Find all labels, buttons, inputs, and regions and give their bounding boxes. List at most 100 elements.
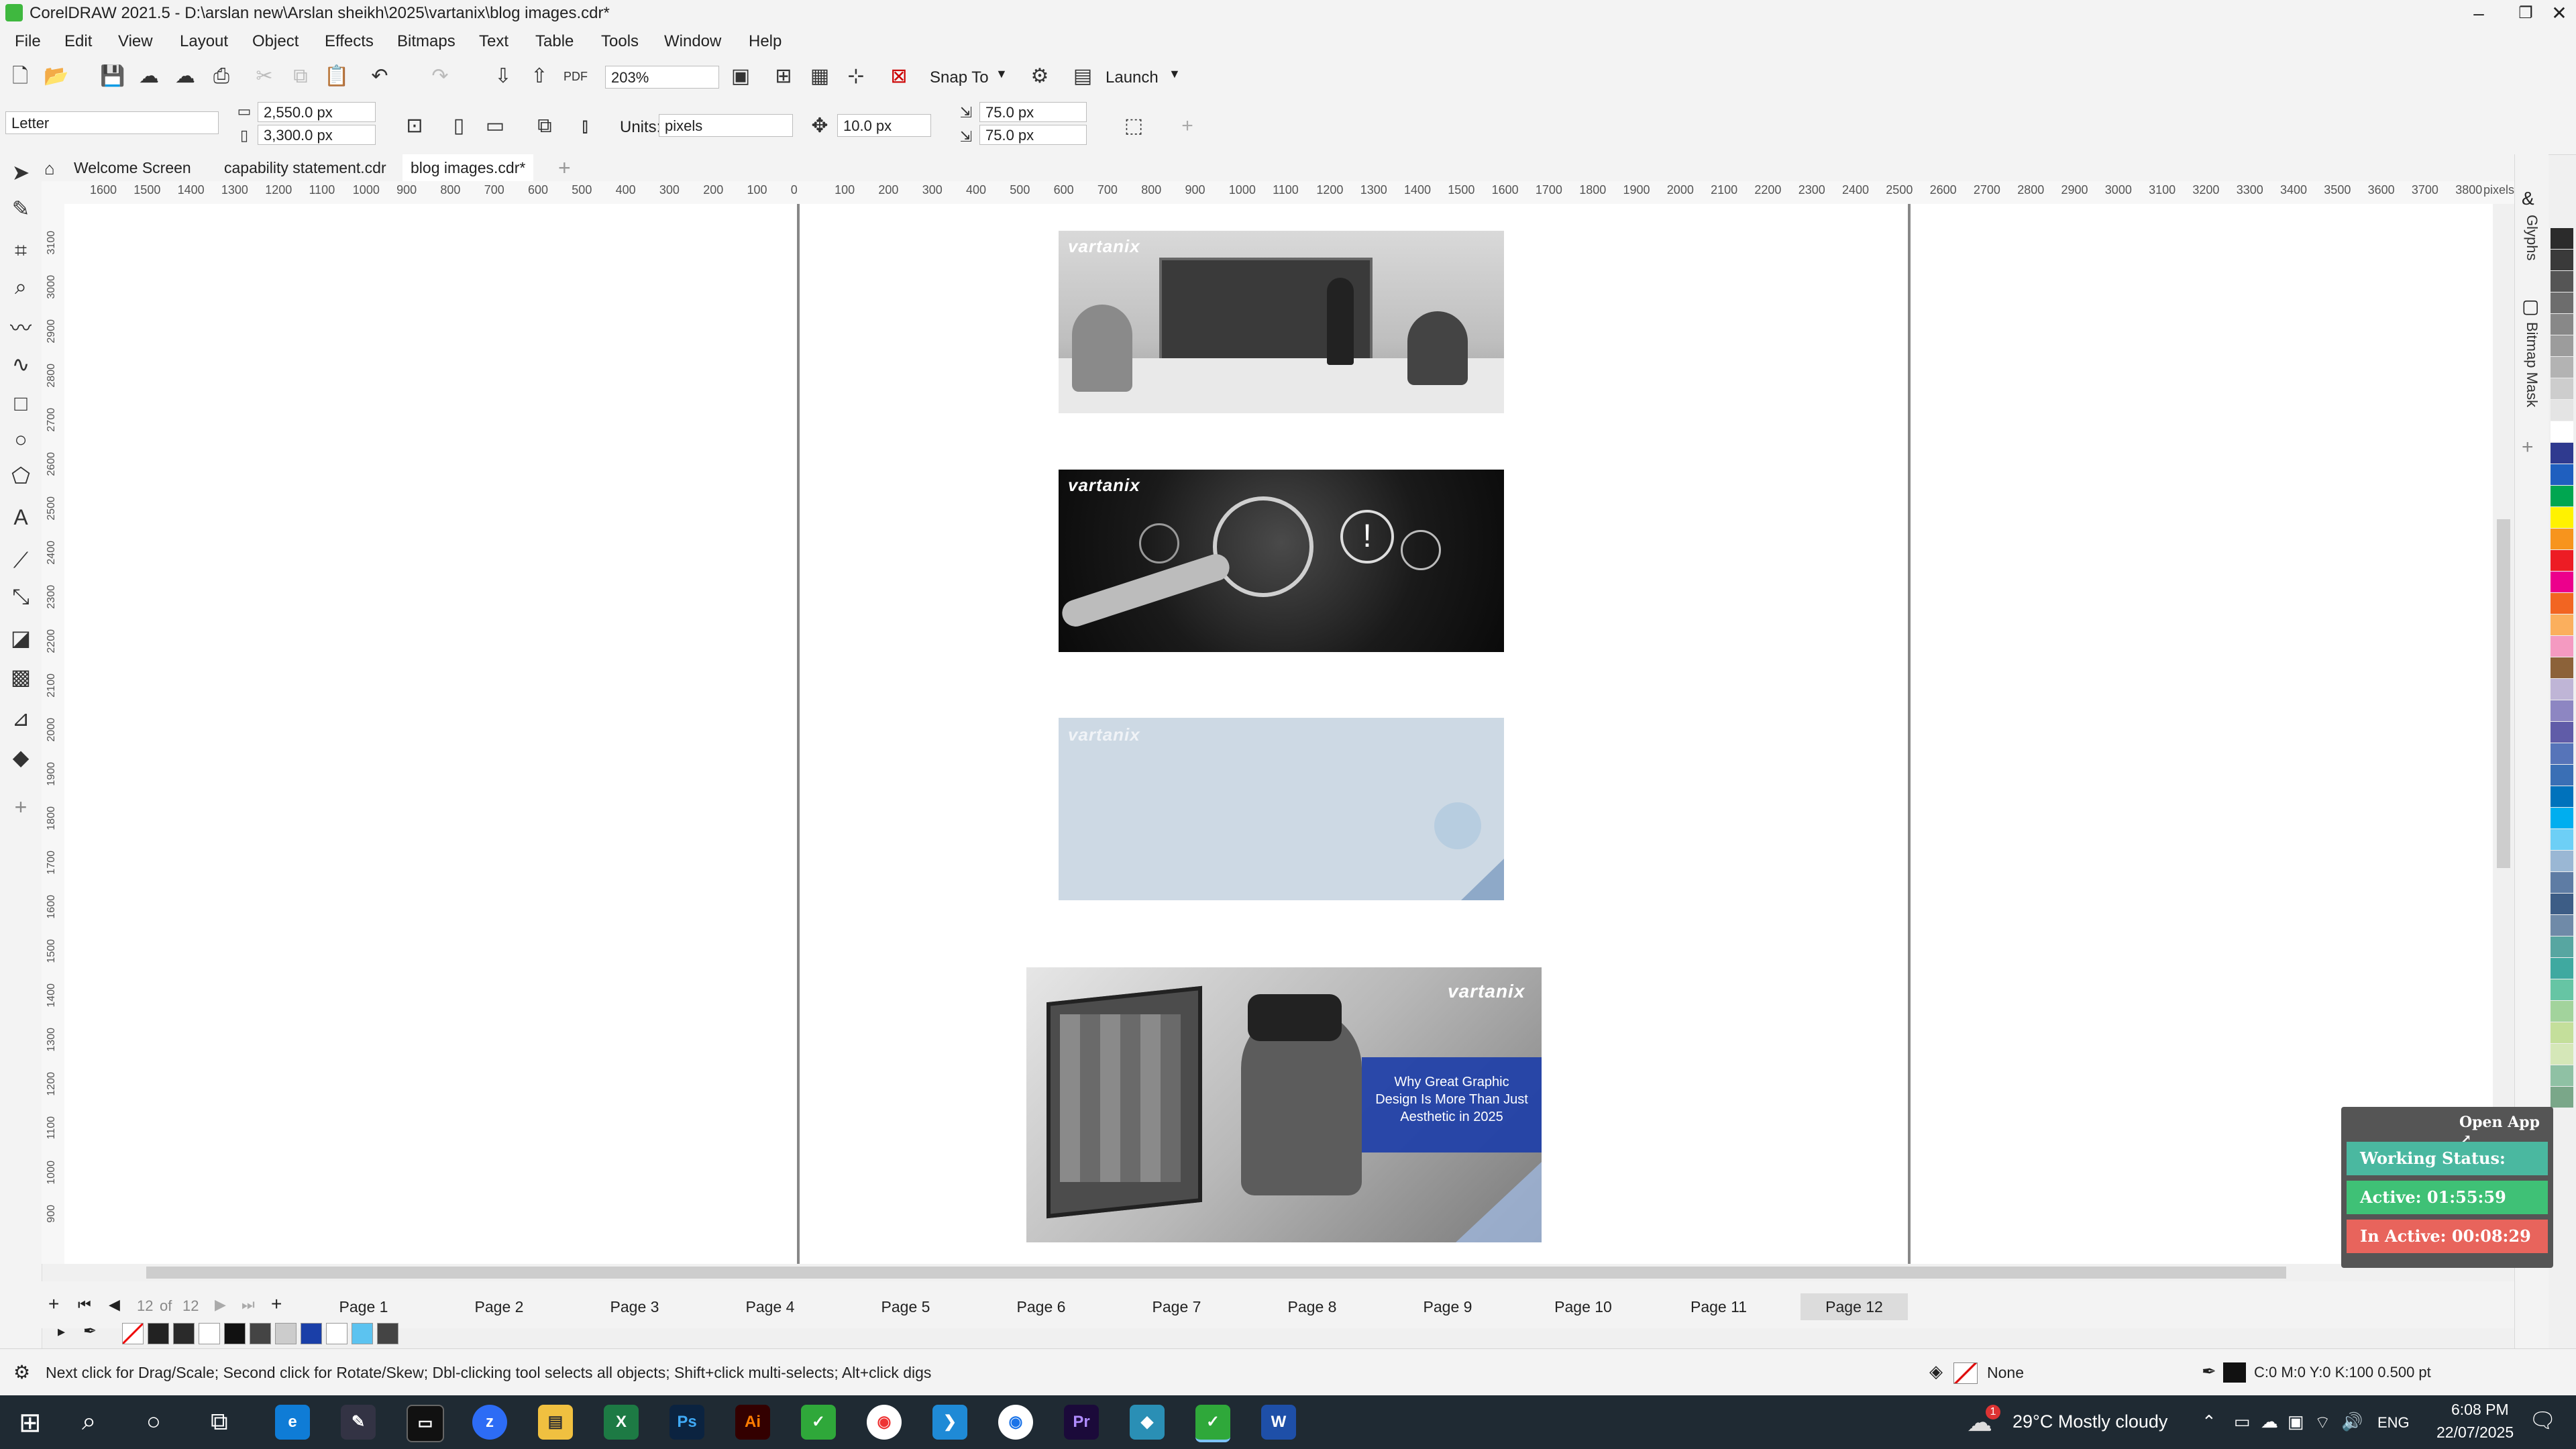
premiere-icon[interactable]: Pr (1064, 1405, 1099, 1440)
blog-image-tech-icons[interactable]: ! vartanix (1059, 470, 1504, 652)
pick-tool-icon[interactable]: ➤ (7, 158, 35, 186)
page-height-field[interactable]: 3,300.0 px (258, 125, 376, 145)
palette-swatch[interactable] (2551, 872, 2573, 894)
illustrator-icon[interactable]: Ai (735, 1405, 770, 1440)
docker-tab-bitmap-mask[interactable]: Bitmap Mask (2523, 322, 2540, 407)
palette-swatch[interactable] (2551, 572, 2573, 593)
page-tab-11[interactable]: Page 11 (1665, 1293, 1772, 1320)
palette-swatch[interactable] (2551, 1044, 2573, 1065)
page-width-field[interactable]: 2,550.0 px (258, 102, 376, 122)
palette-swatch[interactable] (2551, 335, 2573, 357)
menu-edit[interactable]: Edit (64, 32, 92, 51)
palette-swatch[interactable] (2551, 743, 2573, 765)
interactive-fill-icon[interactable]: ◆ (7, 743, 35, 771)
page-size-select[interactable]: Letter (5, 111, 219, 134)
palette-swatch[interactable] (2551, 722, 2573, 743)
menu-file[interactable]: File (15, 32, 41, 51)
swatch[interactable] (275, 1323, 297, 1344)
swatch[interactable] (173, 1323, 195, 1344)
copy-icon[interactable]: ⧉ (287, 63, 314, 90)
language-indicator[interactable]: ENG (2377, 1414, 2410, 1432)
swatch[interactable] (352, 1323, 373, 1344)
menu-text[interactable]: Text (479, 32, 508, 51)
save-icon[interactable]: 💾 (99, 63, 126, 90)
palette-swatch[interactable] (2551, 700, 2573, 722)
zoom-tool-icon[interactable]: ⌕ (7, 272, 35, 301)
palette-swatch[interactable] (2551, 915, 2573, 936)
print-icon[interactable]: ⎙ (208, 63, 235, 90)
zoom-level-field[interactable]: 203% (605, 66, 719, 89)
swatch-none[interactable] (122, 1323, 144, 1344)
palette-swatch[interactable] (2551, 936, 2573, 958)
palette-swatch[interactable] (2551, 292, 2573, 314)
page-tab-7[interactable]: Page 7 (1123, 1293, 1230, 1320)
blog-image-placeholder[interactable]: vartanix (1059, 718, 1504, 900)
screen-icon[interactable]: ▭ (2234, 1411, 2251, 1432)
page-tab-8[interactable]: Page 8 (1258, 1293, 1366, 1320)
cloud-sync-icon[interactable]: ☁ (2261, 1411, 2278, 1432)
windows-start-icon[interactable]: ⊞ (19, 1407, 42, 1438)
horizontal-scrollbar[interactable] (64, 1264, 2497, 1281)
zoom-icon[interactable]: z (472, 1405, 507, 1440)
menu-table[interactable]: Table (535, 32, 574, 51)
palette-swatch[interactable] (2551, 894, 2573, 915)
vscode-icon[interactable]: ❯ (932, 1405, 967, 1440)
pen-app-icon[interactable]: ✎ (341, 1405, 376, 1440)
palette-swatch[interactable] (2551, 657, 2573, 679)
connector-tool-icon[interactable]: ⤡ (7, 582, 35, 610)
menu-bitmaps[interactable]: Bitmaps (397, 32, 455, 51)
new-document-icon[interactable]: 🗋 (7, 63, 34, 90)
terminal-icon[interactable]: ▭ (407, 1405, 444, 1442)
current-page-icon[interactable]: ⫾ (572, 113, 598, 140)
cloud-download-icon[interactable]: ☁ (136, 63, 162, 90)
palette-swatch[interactable] (2551, 851, 2573, 872)
swatch[interactable] (199, 1323, 220, 1344)
import-icon[interactable]: ⇩ (490, 63, 517, 90)
coreldraw-icon[interactable]: ✓ (801, 1405, 836, 1440)
text-tool-icon[interactable]: A (7, 503, 35, 531)
cloud-upload-icon[interactable]: ☁ (172, 63, 199, 90)
first-page-icon[interactable]: ⏮ (78, 1296, 91, 1313)
all-pages-icon[interactable]: ⧉ (531, 113, 558, 140)
ellipse-tool-icon[interactable]: ○ (7, 425, 35, 453)
swatch[interactable] (250, 1323, 271, 1344)
eyedropper-icon[interactable]: ✒ (83, 1322, 97, 1341)
nudge-distance-field[interactable]: 10.0 px (837, 114, 931, 137)
palette-swatch[interactable] (2551, 443, 2573, 464)
open-icon[interactable]: 📂 (43, 63, 70, 90)
palette-swatch[interactable] (2551, 979, 2573, 1001)
add-page-icon[interactable]: + (48, 1293, 59, 1315)
duplicate-distance-y-field[interactable]: 75.0 px (979, 125, 1087, 145)
chrome-profile-icon[interactable]: ◉ (998, 1405, 1033, 1440)
task-view-icon[interactable]: ⧉ (211, 1407, 228, 1436)
palette-swatch[interactable] (2551, 614, 2573, 636)
chevron-down-icon[interactable]: ▼ (996, 67, 1008, 81)
page-dimensions-icon[interactable]: ⊡ (401, 113, 428, 140)
chrome-icon[interactable]: ◉ (867, 1405, 902, 1440)
palette-swatch[interactable] (2551, 636, 2573, 657)
add-tool-icon[interactable]: + (7, 793, 35, 821)
shape-tool-icon[interactable]: ✎ (7, 195, 35, 223)
new-tab-icon[interactable]: + (558, 156, 571, 180)
palette-swatch[interactable] (2551, 529, 2573, 550)
freehand-tool-icon[interactable]: 〰 (7, 314, 35, 342)
clock-time[interactable]: 6:08 PM (2451, 1401, 2509, 1419)
palette-swatch[interactable] (2551, 357, 2573, 378)
artistic-media-icon[interactable]: ∿ (7, 350, 35, 378)
palette-swatch[interactable] (2551, 593, 2573, 614)
fill-none-swatch[interactable] (1953, 1362, 1978, 1384)
palette-swatch[interactable] (2551, 507, 2573, 529)
file-explorer-icon[interactable]: ▤ (538, 1405, 573, 1440)
menu-view[interactable]: View (118, 32, 153, 51)
volume-icon[interactable]: 🔊 (2341, 1411, 2363, 1432)
palette-swatch[interactable] (2551, 464, 2573, 486)
palette-swatch[interactable] (2551, 378, 2573, 400)
close-button[interactable]: ✕ (2536, 0, 2576, 27)
palette-swatch[interactable] (2551, 400, 2573, 421)
page-tab-5[interactable]: Page 5 (852, 1293, 959, 1320)
search-icon[interactable]: ⌕ (82, 1407, 96, 1436)
wifi-icon[interactable]: ⌔ (2314, 1411, 2330, 1434)
coreldraw-active-icon[interactable]: ✓ (1195, 1405, 1230, 1442)
palette-swatch[interactable] (2551, 1065, 2573, 1087)
palette-swatch[interactable] (2551, 550, 2573, 572)
